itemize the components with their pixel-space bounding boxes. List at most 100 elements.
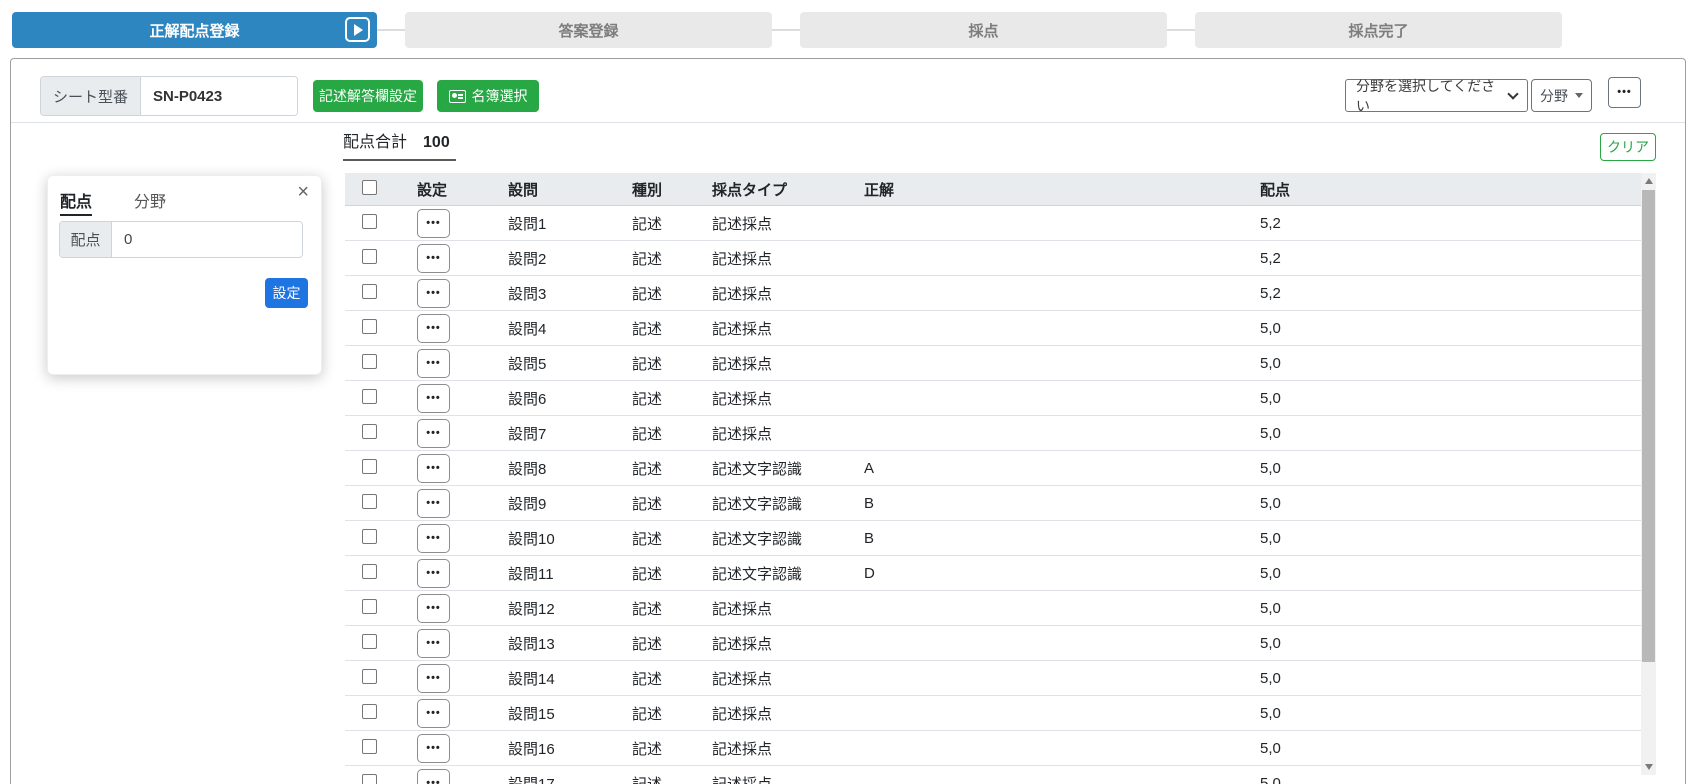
clear-button-label: クリア [1607, 139, 1649, 155]
question-cell: 設問7 [508, 425, 547, 443]
row-checkbox[interactable] [362, 213, 377, 229]
header-points: 配点 [1260, 181, 1291, 199]
points-cell: 5,0 [1260, 529, 1281, 547]
sheet-model-value[interactable]: SN-P0423 [141, 77, 297, 115]
category-select[interactable]: 分野を選択してください [1345, 78, 1528, 114]
row-checkbox[interactable] [362, 703, 377, 719]
ellipsis-icon: ••• [426, 671, 441, 684]
step-scoring[interactable]: 採点 [800, 12, 1167, 48]
type-cell: 記述 [632, 285, 663, 303]
row-settings-button[interactable]: ••• [417, 768, 450, 784]
type-cell: 記述 [632, 390, 663, 408]
row-checkbox[interactable] [362, 738, 377, 754]
ellipsis-icon: ••• [426, 391, 441, 404]
close-icon[interactable]: × [297, 182, 309, 202]
row-checkbox[interactable] [362, 388, 377, 404]
points-input[interactable]: 0 [112, 222, 302, 257]
ellipsis-icon: ••• [426, 531, 441, 544]
row-checkbox[interactable] [362, 458, 377, 474]
scoring-type-cell: 記述採点 [712, 705, 773, 723]
table-row: ••• 設問6 記述 記述採点 5,0 [345, 381, 1641, 416]
type-cell: 記述 [632, 600, 663, 618]
clear-button[interactable]: クリア [1600, 133, 1656, 161]
question-cell: 設問3 [508, 285, 547, 303]
row-settings-button[interactable]: ••• [417, 243, 450, 273]
step-label: 答案登録 [558, 22, 619, 40]
toolbar-more-button[interactable]: ••• [1608, 77, 1641, 108]
row-checkbox[interactable] [362, 528, 377, 544]
play-icon [354, 23, 363, 36]
ellipsis-icon: ••• [426, 321, 441, 334]
row-checkbox[interactable] [362, 283, 377, 299]
row-checkbox[interactable] [362, 563, 377, 579]
points-cell: 5,0 [1260, 354, 1281, 372]
row-checkbox[interactable] [362, 248, 377, 264]
points-cell: 5,0 [1260, 564, 1281, 582]
select-all-checkbox[interactable] [362, 179, 377, 195]
question-cell: 設問17 [508, 775, 555, 784]
scoring-type-cell: 記述採点 [712, 775, 773, 784]
type-cell: 記述 [632, 530, 663, 548]
type-cell: 記述 [632, 215, 663, 233]
points-cell: 5,0 [1260, 424, 1281, 442]
row-checkbox[interactable] [362, 633, 377, 649]
answer-cell: D [864, 564, 875, 582]
scroll-down-icon[interactable] [1641, 759, 1656, 775]
answer-area-settings-button[interactable]: 記述解答欄設定 [313, 80, 423, 112]
roster-select-label: 名簿選択 [471, 88, 528, 104]
scrollbar-thumb[interactable] [1642, 190, 1655, 662]
row-checkbox[interactable] [362, 493, 377, 509]
row-checkbox[interactable] [362, 598, 377, 614]
table-scrollbar[interactable] [1641, 173, 1656, 775]
row-settings-button[interactable]: ••• [417, 383, 450, 413]
table-row: ••• 設問4 記述 記述採点 5,0 [345, 311, 1641, 346]
row-checkbox[interactable] [362, 423, 377, 439]
next-step-icon[interactable] [345, 17, 370, 42]
row-settings-button[interactable]: ••• [417, 313, 450, 343]
answer-cell: B [864, 529, 875, 547]
ellipsis-icon: ••• [426, 636, 441, 649]
row-settings-button[interactable]: ••• [417, 523, 450, 553]
total-points-label: 配点合計 [343, 134, 408, 151]
category-dropdown-button[interactable]: 分野 [1531, 79, 1592, 112]
row-settings-button[interactable]: ••• [417, 628, 450, 658]
chevron-down-icon [1507, 87, 1519, 100]
type-cell: 記述 [632, 740, 663, 758]
row-settings-button[interactable]: ••• [417, 453, 450, 483]
header-scoring-type: 採点タイプ [712, 181, 788, 199]
scoring-type-cell: 記述採点 [712, 320, 773, 338]
caret-down-icon [1575, 93, 1583, 98]
roster-select-button[interactable]: 名簿選択 [437, 80, 539, 112]
row-settings-button[interactable]: ••• [417, 488, 450, 518]
tab-category[interactable]: 分野 [134, 188, 166, 212]
question-cell: 設問4 [508, 320, 547, 338]
table-row: ••• 設問13 記述 記述採点 5,0 [345, 626, 1641, 661]
type-cell: 記述 [632, 705, 663, 723]
step-scoring-complete[interactable]: 採点完了 [1195, 12, 1562, 48]
row-settings-button[interactable]: ••• [417, 278, 450, 308]
row-checkbox[interactable] [362, 353, 377, 369]
question-cell: 設問16 [508, 740, 555, 758]
tab-points[interactable]: 配点 [60, 188, 93, 216]
row-settings-button[interactable]: ••• [417, 208, 450, 238]
scoring-type-cell: 記述採点 [712, 355, 773, 373]
scroll-up-icon[interactable] [1641, 173, 1656, 189]
row-settings-button[interactable]: ••• [417, 698, 450, 728]
question-cell: 設問2 [508, 250, 547, 268]
type-cell: 記述 [632, 355, 663, 373]
step-answer-sheet-registration[interactable]: 答案登録 [405, 12, 772, 48]
row-checkbox[interactable] [362, 318, 377, 334]
row-checkbox[interactable] [362, 668, 377, 684]
row-checkbox[interactable] [362, 773, 377, 784]
row-settings-button[interactable]: ••• [417, 593, 450, 623]
points-submit-button[interactable]: 設定 [265, 278, 308, 308]
row-settings-button[interactable]: ••• [417, 663, 450, 693]
row-settings-button[interactable]: ••• [417, 733, 450, 763]
row-settings-button[interactable]: ••• [417, 418, 450, 448]
scoring-type-cell: 記述採点 [712, 390, 773, 408]
row-settings-button[interactable]: ••• [417, 558, 450, 588]
category-select-value: 分野を選択してください [1356, 77, 1496, 114]
type-cell: 記述 [632, 495, 663, 513]
row-settings-button[interactable]: ••• [417, 348, 450, 378]
step-answer-points-registration[interactable]: 正解配点登録 [12, 12, 377, 48]
